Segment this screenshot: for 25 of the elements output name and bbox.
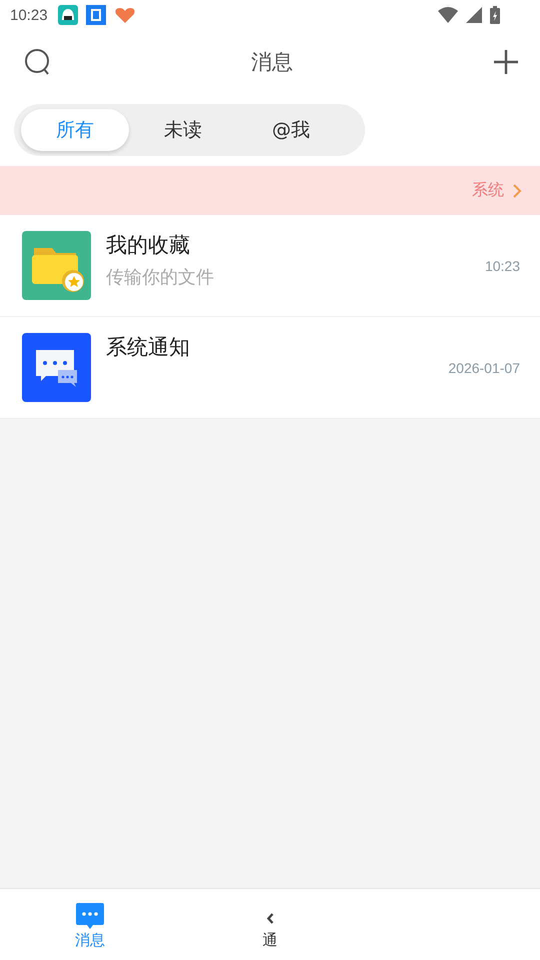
signal-icon — [466, 7, 482, 23]
message-time: 10:23 — [484, 258, 520, 274]
chevron-right-icon — [512, 182, 522, 198]
conversation-item[interactable]: 系统通知 2026-01-07 — [0, 317, 540, 419]
app-notification-icon — [86, 5, 106, 25]
message-preview: 传输你的文件 — [106, 266, 215, 289]
filter-tab[interactable]: @我 — [237, 109, 345, 151]
notice-text: 系统 — [472, 180, 504, 201]
add-icon[interactable] — [492, 48, 520, 76]
page-title: 消息 — [251, 49, 293, 76]
chat-icon — [75, 901, 105, 931]
wifi-icon — [438, 7, 458, 23]
conversation-name: 系统通知 — [106, 334, 191, 361]
chevron-left-icon — [266, 913, 274, 924]
battery-icon — [490, 6, 500, 24]
conversation-item[interactable]: 我的收藏 传输你的文件 10:23 — [0, 215, 540, 317]
message-time: 2026-01-07 — [448, 360, 520, 376]
chat-bubbles-icon — [22, 333, 91, 402]
app-notification-icon — [58, 5, 78, 25]
status-time: 10:23 — [10, 6, 48, 24]
search-icon[interactable] — [24, 48, 52, 76]
nav-tab[interactable]: 通 — [180, 889, 360, 960]
filter-tab[interactable]: 未读 — [129, 109, 237, 151]
conversation-name: 我的收藏 — [106, 232, 191, 259]
heart-icon — [114, 6, 136, 24]
